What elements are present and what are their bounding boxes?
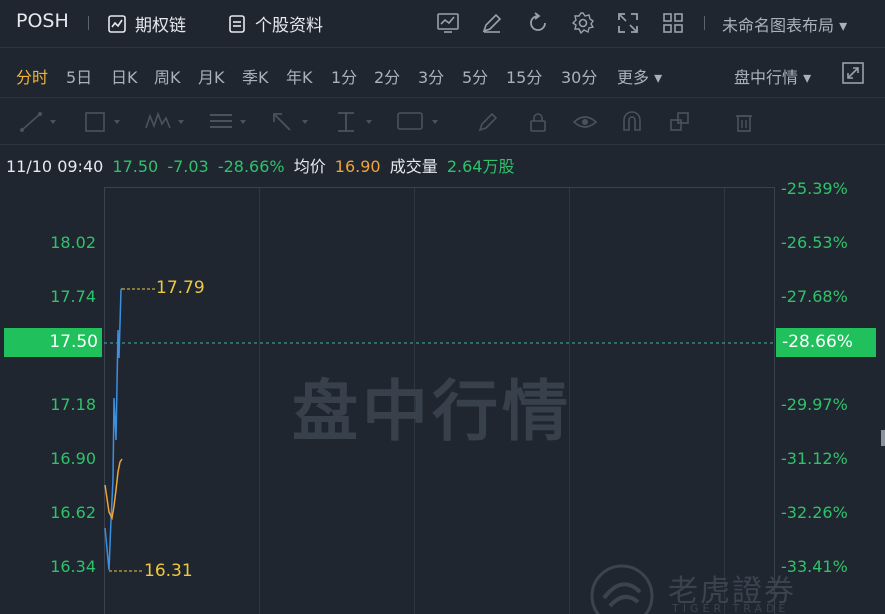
y-axis-right-label: -33.41% <box>781 557 848 576</box>
y-axis-right-label: -26.53% <box>781 233 848 252</box>
period-quarterly[interactable]: 季K <box>242 64 269 88</box>
wave-tool-icon[interactable] <box>144 110 188 134</box>
edit-icon[interactable] <box>480 11 504 35</box>
period-15min[interactable]: 15分 <box>506 64 542 88</box>
grid-layout-icon[interactable] <box>661 11 685 35</box>
high-price-label: 17.79 <box>156 278 205 298</box>
rectangle-tool-icon[interactable] <box>84 110 124 134</box>
top-bar: POSH 期权链 个股资料 未命名图表布局 ▾ <box>0 0 885 48</box>
y-axis-right-label: -29.97% <box>781 395 848 414</box>
option-chain-link[interactable]: 期权链 <box>107 11 186 36</box>
drawing-toolbar <box>0 99 885 145</box>
arrow-tool-icon[interactable] <box>270 110 314 134</box>
quote-datetime: 11/10 09:40 <box>6 157 104 176</box>
period-daily[interactable]: 日K <box>111 64 138 88</box>
period-weekly[interactable]: 周K <box>154 64 181 88</box>
period-30min[interactable]: 30分 <box>561 64 597 88</box>
grid-line <box>259 188 260 614</box>
period-1min[interactable]: 1分 <box>331 64 357 88</box>
brand-subtitle: TIGER TRADE <box>672 602 790 614</box>
trendline-tool-icon[interactable] <box>20 110 60 134</box>
period-intraday[interactable]: 分时 <box>16 64 48 88</box>
quote-change-pct: -28.66% <box>217 157 285 176</box>
market-mode-dropdown[interactable]: 盘中行情 ▾ <box>734 64 811 88</box>
low-price-label: 16.31 <box>144 561 193 581</box>
y-axis-left-label: 16.62 <box>50 503 96 522</box>
y-axis-right-label: -32.26% <box>781 503 848 522</box>
layers-icon[interactable] <box>668 110 692 134</box>
chart-doc-icon <box>108 14 126 33</box>
divider <box>704 16 705 30</box>
eye-icon[interactable] <box>572 110 598 134</box>
gear-icon[interactable] <box>571 11 595 35</box>
quote-change: -7.03 <box>167 157 209 176</box>
document-icon <box>229 14 245 33</box>
avg-price-value: 16.90 <box>334 157 381 176</box>
fullscreen-icon[interactable] <box>842 62 864 84</box>
ticker-symbol[interactable]: POSH <box>16 10 69 32</box>
period-more-dropdown[interactable]: 更多 ▾ <box>617 64 662 88</box>
y-axis-left-label: 17.18 <box>50 395 96 414</box>
current-pct-tag-right: -28.66% <box>776 328 876 357</box>
quote-price: 17.50 <box>112 157 159 176</box>
y-axis-left-label: 17.74 <box>50 287 96 306</box>
stock-profile-label: 个股资料 <box>255 16 323 36</box>
stock-profile-link[interactable]: 个股资料 <box>227 11 323 36</box>
indicator-icon[interactable] <box>436 11 460 35</box>
option-chain-label: 期权链 <box>135 16 186 36</box>
volume-label: 成交量 <box>389 157 438 176</box>
trash-icon[interactable] <box>732 110 756 134</box>
y-axis-right-label: -27.68% <box>781 287 848 306</box>
current-price-tag-left: 17.50 <box>4 328 102 357</box>
volume-value: 2.64万股 <box>446 157 515 176</box>
grid-line <box>724 188 725 614</box>
expand-icon[interactable] <box>616 11 640 35</box>
period-5day[interactable]: 5日 <box>66 64 92 88</box>
magnet-icon[interactable] <box>620 110 644 134</box>
period-3min[interactable]: 3分 <box>418 64 444 88</box>
lock-icon[interactable] <box>526 110 550 134</box>
text-note-tool-icon[interactable] <box>396 110 444 134</box>
fib-tool-icon[interactable] <box>208 110 252 134</box>
refresh-icon[interactable] <box>526 11 550 35</box>
y-axis-left-label: 18.02 <box>50 233 96 252</box>
y-axis-right-label: -31.12% <box>781 449 848 468</box>
period-5min[interactable]: 5分 <box>462 64 488 88</box>
period-yearly[interactable]: 年K <box>286 64 313 88</box>
period-2min[interactable]: 2分 <box>374 64 400 88</box>
measure-tool-icon[interactable] <box>334 110 378 134</box>
layout-name-dropdown[interactable]: 未命名图表布局 ▾ <box>722 12 847 36</box>
y-axis-left-label: 16.34 <box>50 557 96 576</box>
y-axis-right-label: -25.39% <box>781 179 848 198</box>
divider <box>88 16 89 30</box>
avg-price-label: 均价 <box>293 157 326 176</box>
y-axis-left-label: 16.90 <box>50 449 96 468</box>
watermark-text: 盘中行情 <box>292 373 572 450</box>
period-monthly[interactable]: 月K <box>198 64 225 88</box>
period-bar: 分时 5日 日K 周K 月K 季K 年K 1分 2分 3分 5分 15分 30分… <box>0 49 885 98</box>
pen-tool-icon[interactable] <box>476 110 500 134</box>
quote-info-line: 11/10 09:40 17.50 -7.03 -28.66% 均价 16.90… <box>6 153 518 177</box>
scrollbar-handle[interactable] <box>881 430 885 446</box>
